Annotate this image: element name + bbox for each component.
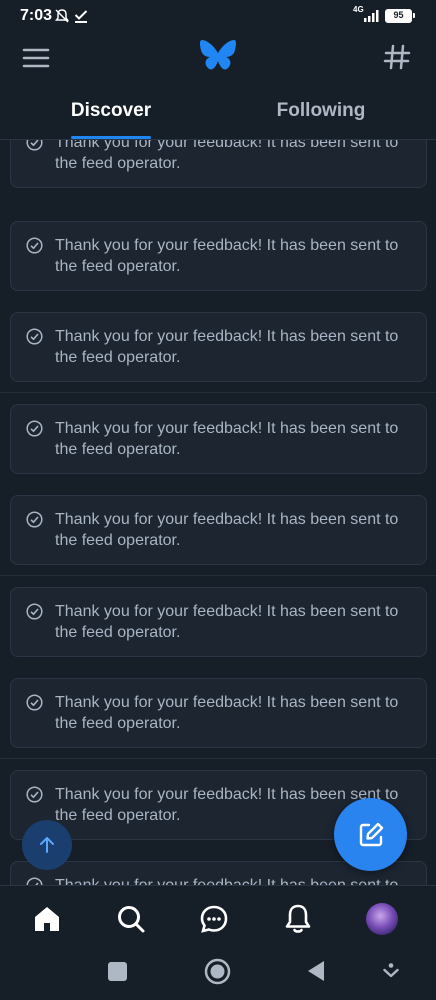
check-circle-icon	[26, 786, 43, 803]
check-circle-icon	[26, 694, 43, 711]
check-circle-icon	[26, 328, 43, 345]
compose-icon	[359, 822, 383, 846]
feedback-card: Thank you for your feedback! It has been…	[10, 587, 427, 657]
check-circle-icon	[26, 140, 43, 151]
active-tab-indicator	[71, 136, 151, 139]
scroll-to-top-button[interactable]	[22, 820, 72, 870]
feed-item: Thank you for your feedback! It has been…	[0, 484, 436, 576]
feedback-message: Thank you for your feedback! It has been…	[55, 875, 415, 885]
back-icon[interactable]	[306, 960, 326, 982]
feed-item: Thank you for your feedback! It has been…	[0, 210, 436, 302]
system-nav-bar	[0, 949, 436, 1000]
feedback-card: Thank you for your feedback! It has been…	[10, 678, 427, 748]
feed-item: Thank you for your feedback! It has been…	[0, 393, 436, 485]
home-icon[interactable]	[31, 903, 63, 935]
feedback-card: Thank you for your feedback! It has been…	[10, 140, 427, 188]
arrow-up-icon	[40, 837, 54, 853]
notifications-muted-icon	[55, 9, 69, 23]
feedback-message: Thank you for your feedback! It has been…	[55, 420, 399, 458]
search-icon[interactable]	[115, 903, 147, 935]
bottom-nav	[0, 885, 436, 949]
check-circle-icon	[26, 877, 43, 885]
feedback-card: Thank you for your feedback! It has been…	[10, 495, 427, 565]
chat-icon[interactable]	[198, 903, 230, 935]
network-type: 4G	[353, 5, 364, 14]
feedback-message: Thank you for your feedback! It has been…	[55, 237, 399, 275]
feed-item: Thank you for your feedback! It has been…	[0, 576, 436, 668]
profile-avatar[interactable]	[366, 903, 398, 935]
menu-icon[interactable]	[22, 44, 50, 72]
signal-icon	[364, 10, 379, 22]
compose-post-button[interactable]	[334, 798, 407, 871]
feedback-message: Thank you for your feedback! It has been…	[55, 328, 399, 366]
recents-icon[interactable]	[108, 962, 127, 981]
check-circle-icon	[26, 603, 43, 620]
app-header: Discover Following	[0, 34, 436, 140]
check-circle-icon	[26, 420, 43, 437]
feed-item: Thank you for your feedback! It has been…	[0, 301, 436, 393]
feedback-card: Thank you for your feedback! It has been…	[10, 312, 427, 382]
feed-item: Thank you for your feedback! It has been…	[0, 667, 436, 759]
bell-icon[interactable]	[282, 903, 314, 935]
status-time: 7:03	[20, 7, 53, 24]
download-done-icon	[74, 10, 88, 23]
hashtag-icon[interactable]	[383, 43, 411, 71]
feedback-card: Thank you for your feedback! It has been…	[10, 404, 427, 474]
tab-discover[interactable]: Discover	[52, 100, 170, 122]
tab-following[interactable]: Following	[260, 100, 382, 122]
feedback-message: Thank you for your feedback! It has been…	[55, 511, 399, 549]
feedback-message: Thank you for your feedback! It has been…	[55, 603, 399, 641]
feed-list[interactable]: Thank you for your feedback! It has been…	[0, 140, 436, 885]
home-circle-icon[interactable]	[204, 958, 231, 985]
butterfly-logo-icon[interactable]	[199, 38, 237, 74]
check-circle-icon	[26, 511, 43, 528]
check-circle-icon	[26, 237, 43, 254]
feedback-card: Thank you for your feedback! It has been…	[10, 221, 427, 291]
feedback-message: Thank you for your feedback! It has been…	[55, 694, 399, 732]
feedback-message: Thank you for your feedback! It has been…	[55, 140, 399, 172]
battery-indicator: 95	[385, 9, 415, 23]
keyboard-hide-icon[interactable]	[383, 963, 399, 981]
status-bar: 7:03 4G 95	[0, 0, 436, 34]
